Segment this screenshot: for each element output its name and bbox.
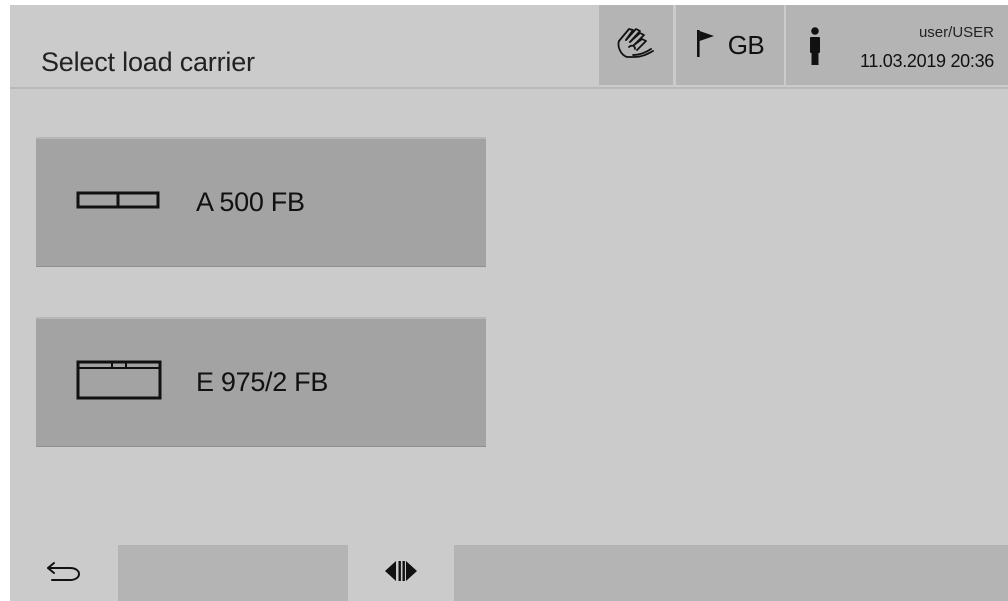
- language-button[interactable]: GB: [676, 5, 784, 85]
- user-button[interactable]: user/USER 11.03.2019 20:36: [786, 5, 1008, 85]
- user-name: user/USER: [918, 24, 994, 41]
- carrier-button-a500[interactable]: A 500 FB: [36, 137, 486, 267]
- language-label: GB: [727, 29, 765, 60]
- hand-button[interactable]: [599, 5, 673, 85]
- screen: Select load carrier GB user/USER 11.03.2…: [10, 5, 1008, 601]
- person-icon: [808, 27, 822, 72]
- carrier-label: E 975/2 FB: [196, 366, 329, 397]
- back-button[interactable]: [10, 545, 118, 601]
- carrier-label: A 500 FB: [196, 186, 305, 217]
- carrier-a500-icon: [76, 189, 160, 216]
- date-time: 11.03.2019 20:36: [860, 51, 994, 71]
- hand-touch-icon: [613, 23, 659, 68]
- header-divider: [10, 87, 1008, 89]
- split-view-icon: [383, 559, 419, 588]
- back-arrow-icon: [46, 560, 82, 587]
- footer-bar: [10, 545, 1008, 601]
- carrier-e975-icon: [76, 358, 162, 407]
- page-title: Select load carrier: [41, 47, 255, 77]
- flag-icon: [696, 28, 716, 63]
- header: Select load carrier GB user/USER 11.03.2…: [10, 5, 1008, 85]
- carrier-button-e975[interactable]: E 975/2 FB: [36, 317, 486, 447]
- split-view-button[interactable]: [348, 545, 454, 601]
